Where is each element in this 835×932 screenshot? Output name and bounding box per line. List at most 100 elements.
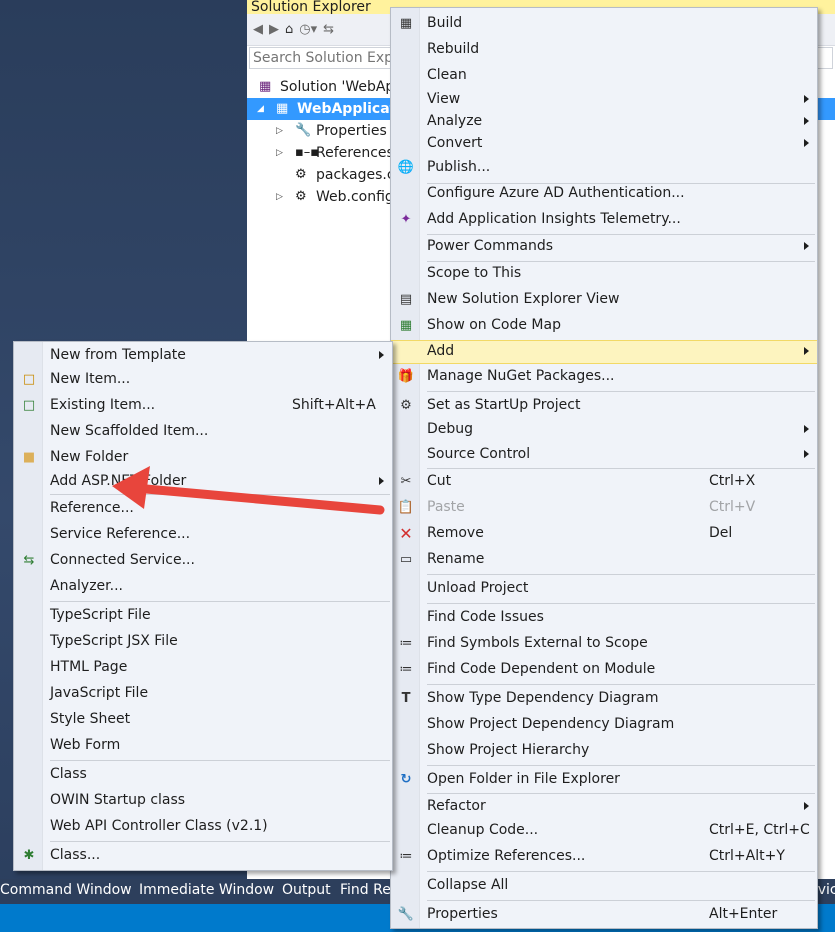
existing-item-icon: □ — [22, 398, 36, 413]
menu-item-manage-nuget[interactable]: 🎁 Manage NuGet Packages... — [391, 365, 817, 389]
add-item-owin-startup-class[interactable]: OWIN Startup class — [14, 789, 392, 813]
menu-separator — [50, 494, 390, 495]
menu-item-convert[interactable]: Convert — [391, 132, 817, 156]
menu-item-show-type-dependency-diagram[interactable]: T Show Type Dependency Diagram — [391, 687, 817, 711]
menu-separator — [427, 793, 815, 794]
add-item-style-sheet[interactable]: Style Sheet — [14, 708, 392, 732]
menu-item-add-app-insights[interactable]: ✦ Add Application Insights Telemetry... — [391, 208, 817, 232]
add-item-html-page[interactable]: HTML Page — [14, 656, 392, 680]
tab-output[interactable]: Output — [282, 882, 331, 898]
submenu-arrow-icon — [804, 117, 809, 125]
menu-separator — [50, 760, 390, 761]
menu-item-build[interactable]: ▦ Build — [391, 12, 817, 36]
tab-command-window[interactable]: Command Window — [0, 882, 132, 898]
add-item-new-scaffolded-item[interactable]: New Scaffolded Item... — [14, 420, 392, 444]
menu-item-cut[interactable]: ✂ Cut Ctrl+X — [391, 470, 817, 494]
menu-item-rename[interactable]: ▭ Rename — [391, 548, 817, 572]
connected-service-icon: ⇆ — [23, 553, 35, 568]
add-item-typescript-file[interactable]: TypeScript File — [14, 604, 392, 628]
menu-item-unload-project[interactable]: Unload Project — [391, 577, 817, 601]
add-item-new-from-template[interactable]: New from Template — [14, 344, 392, 368]
add-item-typescript-jsx-file[interactable]: TypeScript JSX File — [14, 630, 392, 654]
menu-item-clean[interactable]: Clean — [391, 64, 817, 88]
menu-item-cleanup-code[interactable]: Cleanup Code... Ctrl+E, Ctrl+C — [391, 819, 817, 843]
add-item-connected-service[interactable]: ⇆ Connected Service... — [14, 549, 392, 573]
forward-icon[interactable]: ▶ — [269, 22, 279, 37]
expand-arrow-icon[interactable]: ▷ — [276, 186, 283, 208]
menu-item-analyze[interactable]: Analyze — [391, 110, 817, 134]
menu-item-show-project-dependency-diagram[interactable]: Show Project Dependency Diagram — [391, 713, 817, 737]
type-diagram-icon: T — [401, 691, 411, 706]
menu-item-optimize-references[interactable]: ≔ Optimize References... Ctrl+Alt+Y — [391, 845, 817, 869]
find-dependent-icon: ≔ — [399, 662, 413, 677]
menu-item-scope-to-this[interactable]: Scope to This — [391, 262, 817, 286]
sync-icon[interactable]: ⇆ — [323, 22, 334, 37]
solution-icon: ▦ — [259, 79, 272, 94]
submenu-arrow-icon — [804, 347, 809, 355]
menu-item-find-code-dependent[interactable]: ≔ Find Code Dependent on Module — [391, 658, 817, 682]
menu-separator — [427, 871, 815, 872]
menu-item-properties[interactable]: 🔧 Properties Alt+Enter — [391, 903, 817, 927]
web-project-icon: ▦ — [276, 101, 289, 116]
menu-item-remove[interactable]: ✕ Remove Del — [391, 522, 817, 546]
add-item-web-api-controller-class[interactable]: Web API Controller Class (v2.1) — [14, 815, 392, 839]
tab-immediate-window[interactable]: Immediate Window — [139, 882, 274, 898]
menu-separator — [427, 468, 815, 469]
remove-icon: ✕ — [399, 524, 413, 543]
optimize-icon: ≔ — [399, 849, 413, 864]
submenu-arrow-icon — [804, 450, 809, 458]
add-item-add-aspnet-folder[interactable]: Add ASP.NET Folder — [14, 470, 392, 494]
insights-icon: ✦ — [400, 212, 412, 227]
add-submenu: New from Template □ New Item... □ Existi… — [13, 341, 393, 871]
home-icon[interactable]: ⌂ — [285, 22, 293, 37]
menu-item-publish[interactable]: 🌐 Publish... — [391, 156, 817, 180]
menu-item-open-folder-in-explorer[interactable]: ↻ Open Folder in File Explorer — [391, 768, 817, 792]
back-icon[interactable]: ◀ — [253, 22, 263, 37]
menu-separator — [427, 900, 815, 901]
add-item-reference[interactable]: Reference... — [14, 497, 392, 521]
add-item-new-item[interactable]: □ New Item... — [14, 368, 392, 392]
scissors-icon: ✂ — [400, 474, 412, 489]
tab-find-results[interactable]: Find Re — [340, 882, 391, 898]
menu-item-set-startup-project[interactable]: ⚙ Set as StartUp Project — [391, 394, 817, 418]
menu-item-find-code-issues[interactable]: Find Code Issues — [391, 606, 817, 630]
menu-item-refactor[interactable]: Refactor — [391, 795, 817, 819]
menu-separator — [427, 765, 815, 766]
add-item-web-form[interactable]: Web Form — [14, 734, 392, 758]
folder-icon: ■ — [22, 450, 36, 465]
menu-item-find-symbols-external[interactable]: ≔ Find Symbols External to Scope — [391, 632, 817, 656]
menu-item-show-on-code-map[interactable]: ▦ Show on Code Map — [391, 314, 817, 338]
submenu-arrow-icon — [804, 95, 809, 103]
menu-separator — [427, 391, 815, 392]
add-item-service-reference[interactable]: Service Reference... — [14, 523, 392, 547]
menu-item-new-solution-explorer-view[interactable]: ▤ New Solution Explorer View — [391, 288, 817, 312]
paste-icon: 📋 — [397, 500, 415, 515]
menu-item-view[interactable]: View — [391, 88, 817, 112]
menu-separator — [427, 603, 815, 604]
expand-arrow-icon[interactable]: ▷ — [276, 120, 283, 142]
add-item-class-wizard[interactable]: ✱ Class... — [14, 844, 392, 868]
rename-icon: ▭ — [399, 552, 413, 567]
add-item-class[interactable]: Class — [14, 763, 392, 787]
menu-item-debug[interactable]: Debug — [391, 418, 817, 442]
menu-item-power-commands[interactable]: Power Commands — [391, 235, 817, 259]
submenu-arrow-icon — [379, 477, 384, 485]
add-item-new-folder[interactable]: ■ New Folder — [14, 446, 392, 470]
menu-item-configure-azure-ad[interactable]: Configure Azure AD Authentication... — [391, 182, 817, 206]
project-context-menu: ▦ Build Rebuild Clean View Analyze Conve… — [390, 7, 818, 929]
submenu-arrow-icon — [804, 242, 809, 250]
menu-item-paste: 📋 Paste Ctrl+V — [391, 496, 817, 520]
menu-item-show-project-hierarchy[interactable]: Show Project Hierarchy — [391, 739, 817, 763]
add-item-existing-item[interactable]: □ Existing Item... Shift+Alt+A — [14, 394, 392, 418]
submenu-arrow-icon — [804, 139, 809, 147]
menu-item-add[interactable]: Add — [391, 340, 817, 364]
menu-item-collapse-all[interactable]: Collapse All — [391, 874, 817, 898]
collapse-arrow-icon[interactable]: ◢ — [257, 98, 264, 120]
expand-arrow-icon[interactable]: ▷ — [276, 142, 283, 164]
publish-icon: 🌐 — [397, 160, 415, 175]
history-icon[interactable]: ◷▾ — [299, 22, 317, 37]
add-item-javascript-file[interactable]: JavaScript File — [14, 682, 392, 706]
menu-item-rebuild[interactable]: Rebuild — [391, 38, 817, 62]
add-item-analyzer[interactable]: Analyzer... — [14, 575, 392, 599]
menu-item-source-control[interactable]: Source Control — [391, 443, 817, 467]
